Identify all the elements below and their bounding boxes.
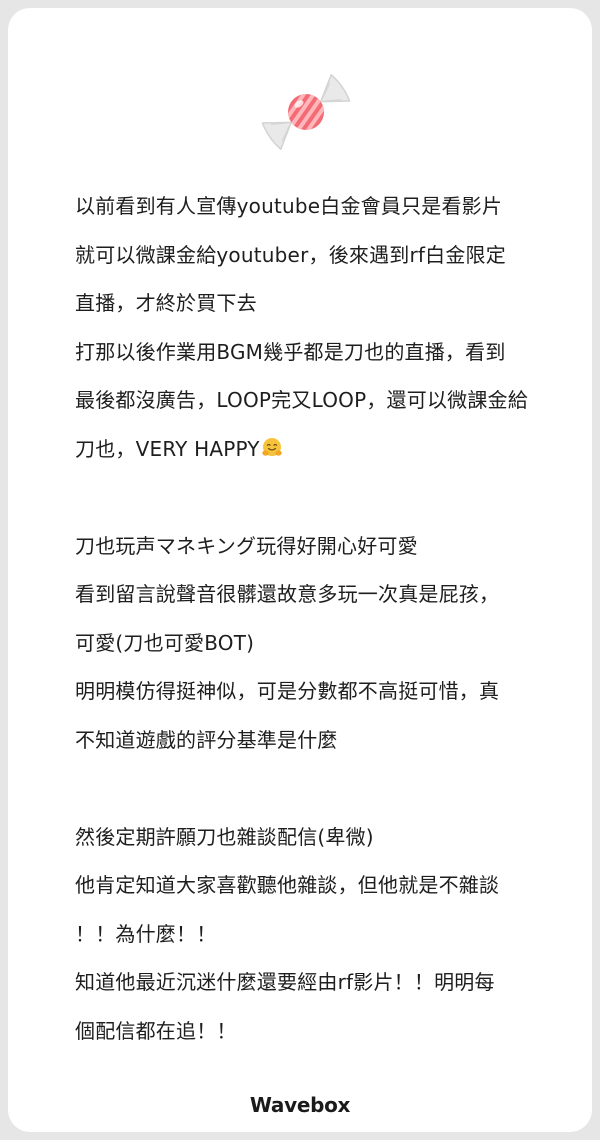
message-line: 明明模仿得挺神似，可是分數都不高挺可惜，真 [75, 679, 500, 703]
message-line: 然後定期許願刀也雜談配信(卑微) [75, 824, 374, 849]
message-line: 刀也玩声マネキング玩得好開心好可愛 [75, 533, 418, 558]
message-text: 以前看到有人宣傳youtube白金會員只是看影片 就可以微課金給youtuber… [75, 182, 575, 1055]
message-line: 個配信都在追！！ [75, 1018, 237, 1043]
message-line: 以前看到有人宣傳youtube白金會員只是看影片 [75, 194, 503, 218]
message-line: 直播，才終於買下去 [75, 291, 257, 315]
message-line: 可愛(刀也可愛BOT) [75, 630, 255, 655]
message-line: 他肯定知道大家喜歡聽他雜談，但他就是不雜談 [75, 873, 500, 897]
message-line: 看到留言說聲音很髒還故意多玩一次真是屁孩， [75, 582, 500, 606]
message-card: 以前看到有人宣傳youtube白金會員只是看影片 就可以微課金給youtuber… [8, 8, 592, 1132]
message-line: 最後都沒廣告，LOOP完又LOOP，還可以微課金給 [75, 388, 528, 412]
message-line: 就可以微課金給youtuber，後來遇到rf白金限定 [75, 242, 506, 267]
message-line: 不知道遊戲的評分基準是什麼 [75, 727, 338, 752]
candy-icon [261, 74, 351, 150]
hugging-face-emoji-icon [262, 437, 282, 456]
message-line: 打那以後作業用BGM幾乎都是刀也的直播，看到 [75, 339, 506, 364]
message-line: 知道他最近沉迷什麼還要經由rf影片！！明明每 [75, 970, 495, 994]
message-line: ！！為什麼！！ [75, 921, 217, 946]
brand-logo: Wavebox [249, 1093, 351, 1117]
message-line: 刀也，VERY HAPPY [75, 436, 260, 461]
message-line-with-emoji: 刀也，VERY HAPPY [75, 425, 575, 474]
